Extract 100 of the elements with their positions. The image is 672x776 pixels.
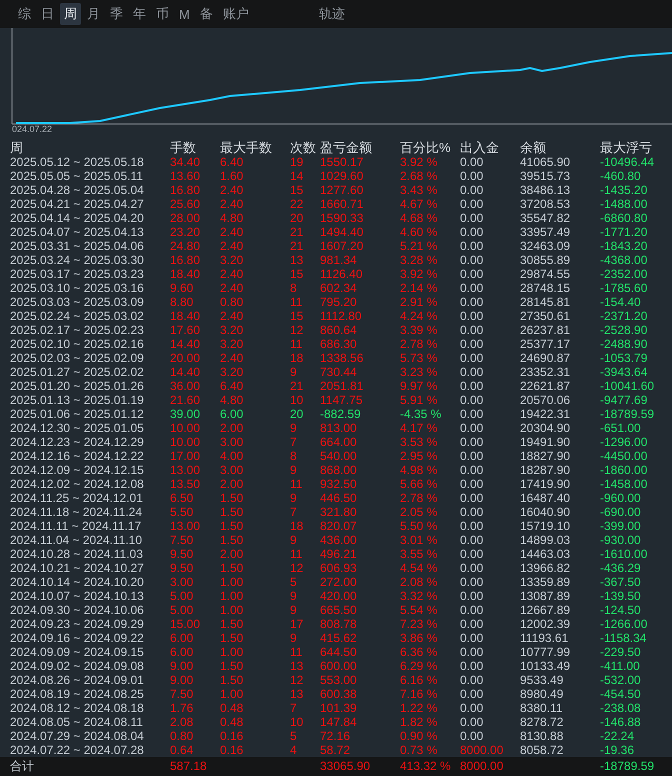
period-tab[interactable]: 币 [152,3,173,25]
table-cell-text: 4.00 [220,449,244,463]
axis-date-label: 024.07.22 [12,124,52,134]
table-cell-text: 730.44 [320,365,358,379]
table-cell-text: 600.38 [320,687,358,701]
table-cell-text: 2025.04.14 ~ 2025.04.20 [10,211,145,225]
table-cell-text: 5.91 % [400,393,438,407]
track-tab[interactable]: 轨迹 [314,3,349,25]
table-cell-text: 30855.89 [520,253,572,267]
table-cell-text: 1.76 [170,701,194,715]
table-cell-text: 19422.31 [520,407,572,421]
table-cell-text: 2025.02.24 ~ 2025.03.02 [10,309,145,323]
period-tab[interactable]: 年 [129,3,150,25]
table-cell-text: 0.00 [460,519,484,533]
table-cell-text: 7.23 % [400,617,438,631]
table-cell-text: 19491.90 [520,435,572,449]
table-cell-text: 2025.04.28 ~ 2025.05.04 [10,183,145,197]
table-cell-text: -124.50 [600,603,642,617]
table-cell-text: 6.40 [220,379,244,393]
period-tab[interactable]: 月 [83,3,104,25]
table-cell-text: 22621.87 [520,379,572,393]
table-cell-text: 38486.13 [520,183,572,197]
table-cell-text: 1550.17 [320,155,364,169]
table-cell-text: 0.00 [460,393,484,407]
table-cell-text: 2024.08.19 ~ 2024.08.25 [10,687,145,701]
table-cell-text: 981.34 [320,253,358,267]
table-cell-text: 2025.05.05 ~ 2025.05.11 [10,169,144,183]
table-cell-text: 0.00 [460,715,484,729]
table-cell-text: 2025.01.20 ~ 2025.01.26 [10,379,145,393]
table-cell-text: 0.00 [460,365,484,379]
table-cell-text: 20 [290,211,304,225]
table-cell-text: 15 [290,183,304,197]
table-cell-text: 9.00 [170,673,194,687]
table-cell-text: -2352.00 [600,267,648,281]
table-cell-text: 0.00 [460,183,484,197]
table-cell-text: 1494.40 [320,225,364,239]
table-cell-text: 12002.39 [520,617,572,631]
table-cell-text: 1.00 [220,603,244,617]
column-header: 最大手数 [220,141,273,155]
table-cell-text: 1.00 [220,687,244,701]
table-cell-text: 1029.60 [320,169,364,183]
period-tab[interactable]: M [175,4,194,24]
table-cell-text: 3.00 [170,575,194,589]
table-cell-text: 808.78 [320,617,358,631]
table-cell-text: 2.40 [220,225,244,239]
table-cell-text: 2025.03.10 ~ 2025.03.16 [10,281,145,295]
table-cell-text: 1126.40 [320,267,364,281]
column-header: 出入金 [460,141,500,155]
table-cell-text: 664.00 [320,435,358,449]
table-cell-text: 553.00 [320,673,358,687]
table-cell-text: 2025.04.07 ~ 2025.04.13 [10,225,145,239]
table-cell-text: -960.00 [600,491,642,505]
table-cell-text: 2025.01.06 ~ 2025.01.12 [10,407,145,421]
table-cell-text: 32463.09 [520,239,572,253]
table-cell-text: 21 [290,225,304,239]
table-cell-text: 2.95 % [400,449,438,463]
table-cell-text: 11193.61 [520,631,570,645]
period-tab[interactable]: 综 [14,3,35,25]
table-cell-text: -1458.00 [600,477,648,491]
table-cell-text: 0.00 [460,463,484,477]
table-cell-text: 9.97 % [400,379,438,393]
table-cell-text: 12 [290,673,304,687]
table-cell-text: 0.00 [460,421,484,435]
table-cell-text: 2.00 [220,477,244,491]
table-cell-text: -19.36 [600,743,636,757]
table-cell-text: 2024.12.09 ~ 2024.12.15 [10,463,145,477]
table-cell-text: 41065.90 [520,155,572,169]
table-cell-text: 18.40 [170,267,202,281]
table-cell-text: 2.05 % [400,505,438,519]
table-cell-text: 2024.08.12 ~ 2024.08.18 [10,701,145,715]
table-cell-text: 1112.80 [320,309,363,323]
table-cell-text: 2024.11.18 ~ 2024.11.24 [10,505,144,519]
table-cell-text: 14 [290,169,304,183]
table-cell-text: 606.93 [320,561,358,575]
period-tab[interactable]: 日 [37,3,58,25]
table-cell-text: 4.68 % [400,211,438,225]
table-cell-text: 7.50 [170,533,194,547]
table-cell-text: 0.00 [460,575,484,589]
table-cell-text: 2025.02.10 ~ 2025.02.16 [10,337,145,351]
table-cell-text: 12 [290,323,304,337]
table-cell-text: 8000.00 [460,743,504,757]
period-tab[interactable]: 备 [196,3,217,25]
table-cell-text: 0.00 [460,211,484,225]
table-cell-text: 0.00 [460,239,484,253]
table-cell-text: 17 [290,617,304,631]
table-cell-text: 35547.82 [520,211,572,225]
table-cell-text: 2025.01.13 ~ 2025.01.19 [10,393,145,407]
table-cell-text: 14463.03 [520,547,572,561]
table-cell-text: 3.92 % [400,155,438,169]
table-cell-text: -1296.00 [600,435,648,449]
table-cell-text: 17419.90 [520,477,572,491]
table-cell-text: 3.20 [220,323,244,337]
period-tab[interactable]: 季 [106,3,127,25]
table-cell-text: 20304.90 [520,421,572,435]
period-tab[interactable]: 周 [60,3,81,25]
period-tab[interactable]: 账户 [218,3,253,25]
table-cell-text: 6.40 [220,155,244,169]
table-cell-text: 13.60 [170,169,202,183]
table-cell-text: 4.54 % [400,561,438,575]
table-cell-text: -139.50 [600,589,642,603]
